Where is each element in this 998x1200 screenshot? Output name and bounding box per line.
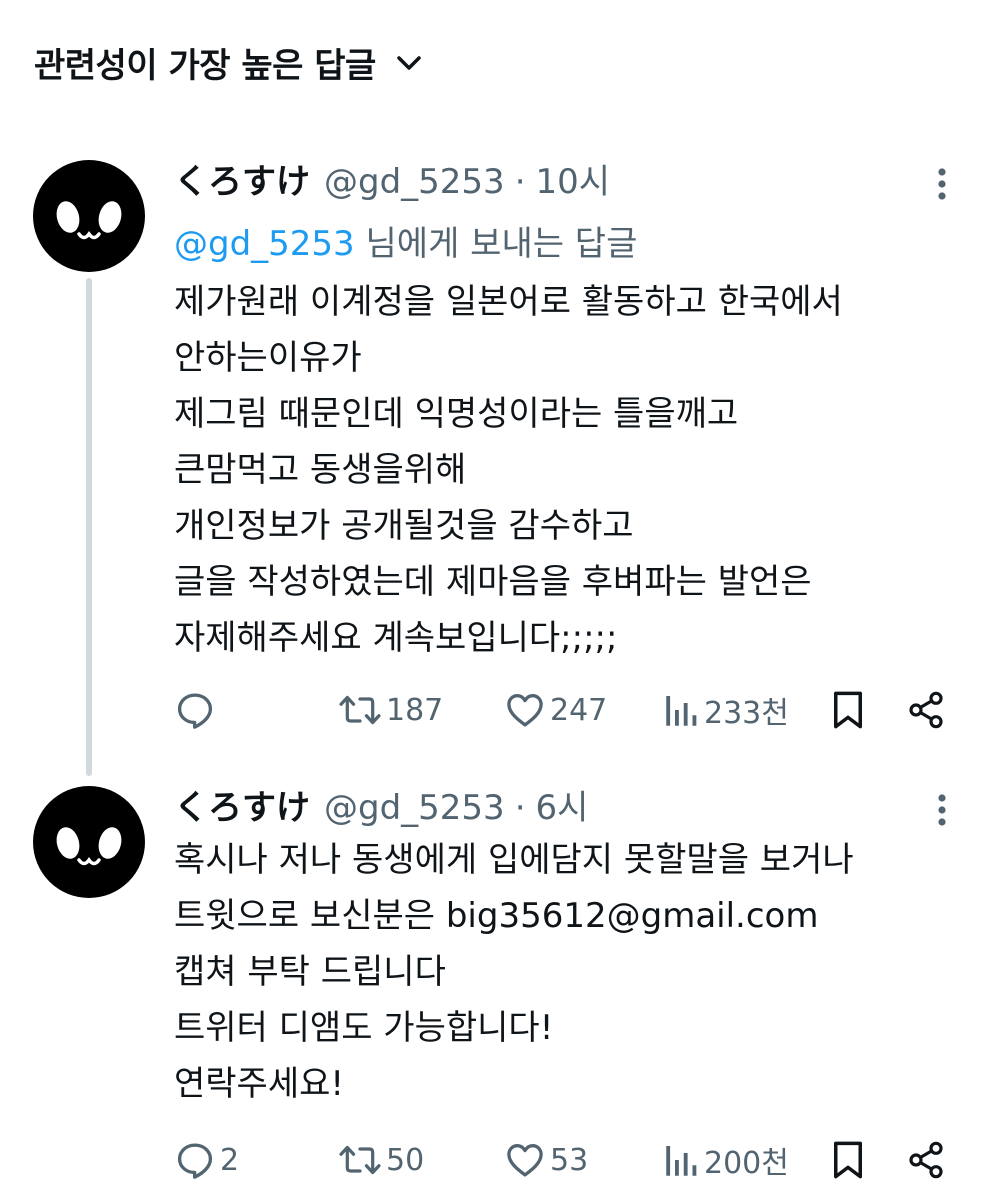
retweet-icon bbox=[339, 695, 381, 725]
tweet-text: 혹시나 저나 동생에게 입에담지 못할말을 보거나 트윗으로 보신분은 big3… bbox=[174, 832, 964, 1112]
more-vertical-icon bbox=[938, 794, 946, 826]
display-name[interactable]: くろすけ bbox=[174, 780, 310, 829]
more-options-button[interactable] bbox=[920, 788, 964, 832]
tweet-header: くろすけ @gd_5253 · 10시 bbox=[174, 154, 964, 206]
more-options-button[interactable] bbox=[920, 162, 964, 206]
tweet-text-line: 제그림 때문인데 익명성이라는 틀을깨고 bbox=[174, 394, 739, 434]
tweet-text: 제가원래 이계정을 일본어로 활동하고 한국에서 안하는이유가 제그림 때문인데… bbox=[174, 274, 964, 666]
user-handle[interactable]: @gd_5253 bbox=[324, 162, 505, 202]
reply-button[interactable]: 2 bbox=[174, 1136, 239, 1184]
separator-dot: · bbox=[514, 162, 526, 202]
share-icon bbox=[909, 691, 943, 729]
tweet-body: くろすけ @gd_5253 · 10시 @gd_5253 님에게 보내는 답글 … bbox=[174, 154, 964, 666]
share-button[interactable] bbox=[906, 1136, 946, 1184]
reply-icon bbox=[177, 693, 213, 729]
bookmark-icon bbox=[834, 691, 862, 729]
reply-sort-dropdown[interactable]: 관련성이 가장 높은 답글 bbox=[34, 38, 424, 87]
views-icon bbox=[666, 1146, 697, 1176]
tweet-text-line: 안하는이유가 bbox=[174, 338, 362, 378]
display-name[interactable]: くろすけ bbox=[174, 154, 310, 203]
tweet-text-line: 혹시나 저나 동생에게 입에담지 못할말을 보거나 bbox=[174, 840, 854, 880]
reply-icon bbox=[177, 1143, 213, 1179]
view-count: 200천 bbox=[704, 1146, 789, 1181]
tweet-text-line: 캡쳐 부탁 드립니다 bbox=[174, 952, 446, 992]
reply-count: 2 bbox=[220, 1142, 240, 1178]
tweet-text-line: 제가원래 이계정을 일본어로 활동하고 한국에서 bbox=[174, 282, 843, 322]
timestamp[interactable]: 6시 bbox=[536, 780, 589, 829]
replying-to-suffix: 님에게 보내는 답글 bbox=[354, 224, 638, 264]
share-icon bbox=[909, 1141, 943, 1179]
tweet-text-line: 트윗으로 보신분은 big35612@gmail.com bbox=[174, 896, 819, 936]
reply-button[interactable] bbox=[174, 686, 220, 734]
tweet-text-line: 글을 작성하였는데 제마음을 후벼파는 발언은 bbox=[174, 562, 812, 602]
views-button[interactable]: 233천 bbox=[664, 686, 789, 734]
tweet-text-line: 개인정보가 공개될것을 감수하고 bbox=[174, 506, 634, 546]
avatar[interactable] bbox=[33, 160, 145, 272]
tweet-actions: 2 50 53 200천 bbox=[174, 1136, 954, 1184]
separator-dot: · bbox=[514, 788, 526, 828]
reply-sort-label: 관련성이 가장 높은 답글 bbox=[34, 46, 376, 86]
like-button[interactable]: 53 bbox=[504, 1136, 588, 1184]
tweet-text-line: 트위터 디앰도 가능합니다! bbox=[174, 1008, 554, 1048]
like-count: 53 bbox=[550, 1142, 589, 1178]
chevron-down-icon bbox=[394, 48, 424, 78]
bookmark-button[interactable] bbox=[830, 1136, 866, 1184]
thread-connector-line bbox=[86, 278, 92, 776]
bookmark-icon bbox=[834, 1141, 862, 1179]
tweet-text-line: 큰맘먹고 동생을위해 bbox=[174, 450, 467, 490]
bookmark-button[interactable] bbox=[830, 686, 866, 734]
tweet-body: くろすけ @gd_5253 · 6시 혹시나 저나 동생에게 입에담지 못할말을… bbox=[174, 780, 964, 1112]
avatar[interactable] bbox=[33, 786, 145, 898]
tweet-header: くろすけ @gd_5253 · 6시 bbox=[174, 780, 964, 832]
tweet-text-line: 자제해주세요 계속보입니다;;;;; bbox=[174, 618, 618, 658]
heart-icon bbox=[507, 1143, 543, 1177]
share-button[interactable] bbox=[906, 686, 946, 734]
views-icon bbox=[666, 696, 697, 726]
avatar-face-graphic bbox=[56, 201, 122, 240]
tweet-text-line: 연락주세요! bbox=[174, 1064, 345, 1104]
retweet-button[interactable]: 187 bbox=[338, 686, 443, 734]
replying-to-line: @gd_5253 님에게 보내는 답글 bbox=[174, 216, 964, 270]
retweet-icon bbox=[339, 1145, 381, 1175]
like-count: 247 bbox=[550, 692, 608, 728]
like-button[interactable]: 247 bbox=[504, 686, 607, 734]
heart-icon bbox=[507, 693, 543, 727]
user-handle[interactable]: @gd_5253 bbox=[324, 788, 505, 828]
view-count: 233천 bbox=[704, 696, 789, 731]
tweet-actions: 187 247 233천 bbox=[174, 686, 954, 734]
avatar-face-graphic bbox=[56, 827, 122, 866]
retweet-button[interactable]: 50 bbox=[338, 1136, 424, 1184]
retweet-count: 187 bbox=[386, 692, 444, 728]
replying-to-mention[interactable]: @gd_5253 bbox=[174, 224, 355, 264]
retweet-count: 50 bbox=[386, 1142, 425, 1178]
views-button[interactable]: 200천 bbox=[664, 1136, 789, 1184]
more-vertical-icon bbox=[938, 168, 946, 200]
timestamp[interactable]: 10시 bbox=[536, 154, 611, 203]
